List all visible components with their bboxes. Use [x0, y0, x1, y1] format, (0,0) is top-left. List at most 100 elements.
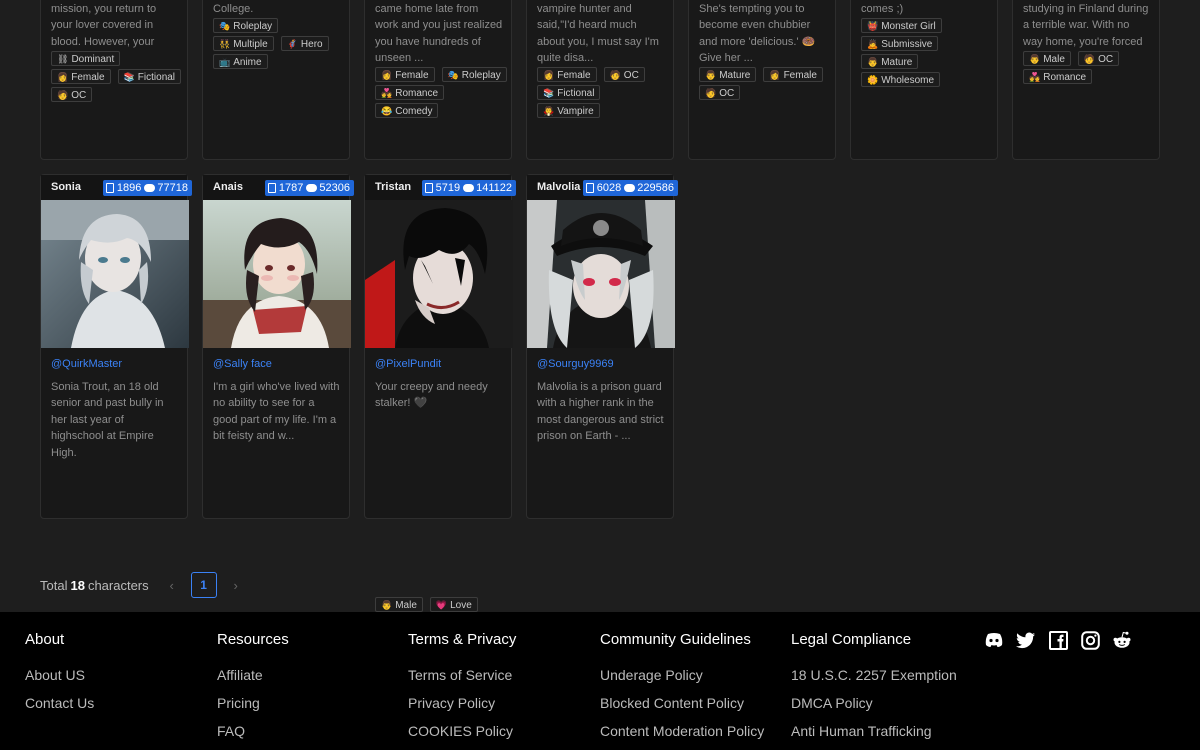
discord-icon[interactable]	[984, 630, 1004, 650]
footer-link[interactable]: Contact Us	[25, 695, 94, 713]
footer-link[interactable]: 18 U.S.C. 2257 Exemption	[791, 667, 957, 685]
genre-tag[interactable]: 🧑OC	[603, 67, 645, 82]
author-link[interactable]: @Sourguy9969	[537, 358, 614, 370]
footer-link[interactable]: FAQ	[217, 723, 289, 741]
genre-tag[interactable]: 🙇 Submissive	[861, 36, 939, 51]
genre-tag[interactable]: 🧑OC	[51, 87, 93, 102]
chat-count: 52306	[319, 182, 350, 194]
tag-emoji: ⛓	[57, 54, 69, 64]
genre-tag[interactable]: 👩Female	[537, 67, 597, 82]
footer-heading: About	[25, 631, 65, 648]
footer-link[interactable]: Pricing	[217, 695, 289, 713]
tag-emoji: 🙇	[867, 39, 879, 49]
character-card[interactable]: She's tempting you to become even chubbi…	[688, 0, 836, 160]
prev-page-icon[interactable]: ‹	[159, 578, 185, 593]
character-avatar[interactable]	[41, 200, 189, 348]
genre-tag[interactable]: 💗 Love	[429, 597, 478, 612]
footer-link[interactable]: Content Moderation Policy	[600, 723, 764, 741]
genre-tag[interactable]: 🌼 Wholesome	[861, 72, 941, 87]
tag-emoji: 🧑	[57, 90, 69, 100]
chat-count: 229586	[637, 182, 674, 194]
character-card[interactable]: vampire hunter and said,"I'd heard much …	[526, 0, 674, 160]
next-page-icon[interactable]: ›	[223, 578, 249, 593]
footer-link[interactable]: Privacy Policy	[408, 695, 516, 713]
character-card[interactable]: Anais 1787 52306 @Sally face I'm a girl …	[202, 174, 354, 680]
genre-tag[interactable]: 🎭 Roleplay	[213, 18, 279, 33]
footer-link[interactable]: Blocked Content Policy	[600, 695, 764, 713]
character-avatar[interactable]	[365, 200, 513, 348]
card-header: Malvolia 6028 229586	[527, 175, 678, 200]
tag-label: Love	[450, 600, 472, 611]
facebook-icon[interactable]	[1048, 630, 1068, 650]
tag-label: Female	[557, 70, 591, 81]
character-description: College.	[213, 3, 254, 15]
doc-count: 1896	[116, 182, 142, 194]
doc-count: 1787	[278, 182, 304, 194]
genre-tag[interactable]: 🎭 Roleplay	[441, 67, 507, 82]
genre-tag[interactable]: 💑Romance	[1023, 69, 1093, 84]
footer-link[interactable]: About US	[25, 667, 94, 685]
footer-link[interactable]: Underage Policy	[600, 667, 764, 685]
reddit-icon[interactable]	[1112, 630, 1132, 650]
character-avatar[interactable]	[203, 200, 351, 348]
genre-tag[interactable]: 👨 Mature	[861, 54, 919, 69]
genre-tag[interactable]: 🧑OC	[699, 85, 741, 100]
character-card[interactable]: comes ;) 👹 Monster Girl 🙇 Submissive 👨 Mature…	[850, 0, 998, 160]
character-card[interactable]: Malvolia 6028 229586 @Sourguy9969 Malvol…	[526, 174, 678, 519]
total-suffix: characters	[87, 577, 149, 593]
genre-tag[interactable]: 💑Romance	[375, 85, 445, 100]
card-header: Tristan 5719 141122	[365, 175, 516, 200]
genre-tag[interactable]: 👯 Multiple	[213, 36, 274, 51]
footer-link[interactable]: DMCA Policy	[791, 695, 957, 713]
footer-link[interactable]: Affiliate	[217, 667, 289, 685]
genre-tag[interactable]: 👩Female	[763, 67, 823, 82]
author-link[interactable]: @QuirkMaster	[51, 358, 122, 370]
genre-tag[interactable]: 📚Fictional	[537, 85, 601, 100]
genre-tag[interactable]: 👩Female	[375, 67, 435, 82]
genre-tag[interactable]: 📚Fictional	[117, 69, 182, 84]
character-description: She's tempting you to become even chubbi…	[699, 3, 816, 65]
genre-tag[interactable]: 🧑OC	[1077, 51, 1120, 66]
genre-tag[interactable]: 👩Female	[51, 69, 111, 84]
document-icon	[585, 183, 594, 193]
tag-emoji: 👯	[219, 39, 231, 49]
character-description: Malvolia is a prison guard with a higher…	[537, 381, 664, 443]
character-card[interactable]: came home late from work and you just re…	[364, 0, 512, 160]
genre-tag[interactable]: 👨 Mature	[699, 67, 757, 82]
genre-tag[interactable]: 🦸 Hero	[280, 36, 329, 51]
character-card[interactable]: College. 🎭 Roleplay 👯 Multiple 🦸 Hero 📺 Anime	[202, 0, 350, 160]
footer-link[interactable]: COOKIES Policy	[408, 723, 516, 741]
instagram-icon[interactable]	[1080, 630, 1100, 650]
genre-tag[interactable]: 😂Comedy	[375, 103, 439, 118]
tag-emoji: 👨	[381, 600, 393, 610]
tag-label: Male	[1043, 54, 1065, 65]
tag-label: Monster Girl	[881, 21, 936, 32]
genre-tag[interactable]: 👨 Male	[1023, 51, 1071, 66]
character-card[interactable]: Tristan 5719 141122 @PixelPundit Your cr…	[364, 174, 516, 630]
footer-column: Resources Affiliate Pricing FAQ	[217, 631, 289, 750]
twitter-icon[interactable]	[1016, 630, 1036, 650]
footer-link[interactable]: Anti Human Trafficking	[791, 723, 957, 741]
character-card[interactable]: Sonia 1896 77718 @QuirkMaster Sonia Trou…	[40, 174, 192, 644]
stats-badge: 1896 77718	[102, 180, 192, 196]
character-avatar[interactable]	[527, 200, 675, 348]
page-button-1[interactable]: 1	[190, 572, 217, 598]
genre-tag[interactable]: 👨 Male	[375, 597, 423, 612]
card-header: Anais 1787 52306	[203, 175, 354, 200]
tag-emoji: 🎭	[219, 21, 231, 31]
chat-icon	[463, 184, 475, 192]
character-card[interactable]: mission, you return to your lover covere…	[40, 0, 188, 160]
author-link[interactable]: @PixelPundit	[375, 358, 441, 370]
genre-tag[interactable]: 📺 Anime	[213, 54, 268, 69]
genre-tag[interactable]: 👹 Monster Girl	[861, 18, 942, 33]
character-card[interactable]: studying in Finland during a terrible wa…	[1012, 0, 1160, 160]
site-footer: About About US Contact Us Resources Affil…	[0, 612, 1200, 750]
footer-link[interactable]: Terms of Service	[408, 667, 516, 685]
tag-label: Wholesome	[881, 75, 935, 86]
genre-tag[interactable]: ⛓ Dominant	[51, 51, 121, 66]
tag-list: 👩 Female 🎭 Roleplay 💑 Romance 😂 Comedy	[375, 67, 507, 118]
tag-emoji: 👹	[867, 21, 879, 31]
tag-list: 👹 Monster Girl 🙇 Submissive 👨 Mature 🌼 Wholesom…	[861, 18, 993, 87]
author-link[interactable]: @Sally face	[213, 358, 272, 370]
genre-tag[interactable]: 🧛 Vampire	[537, 103, 600, 118]
